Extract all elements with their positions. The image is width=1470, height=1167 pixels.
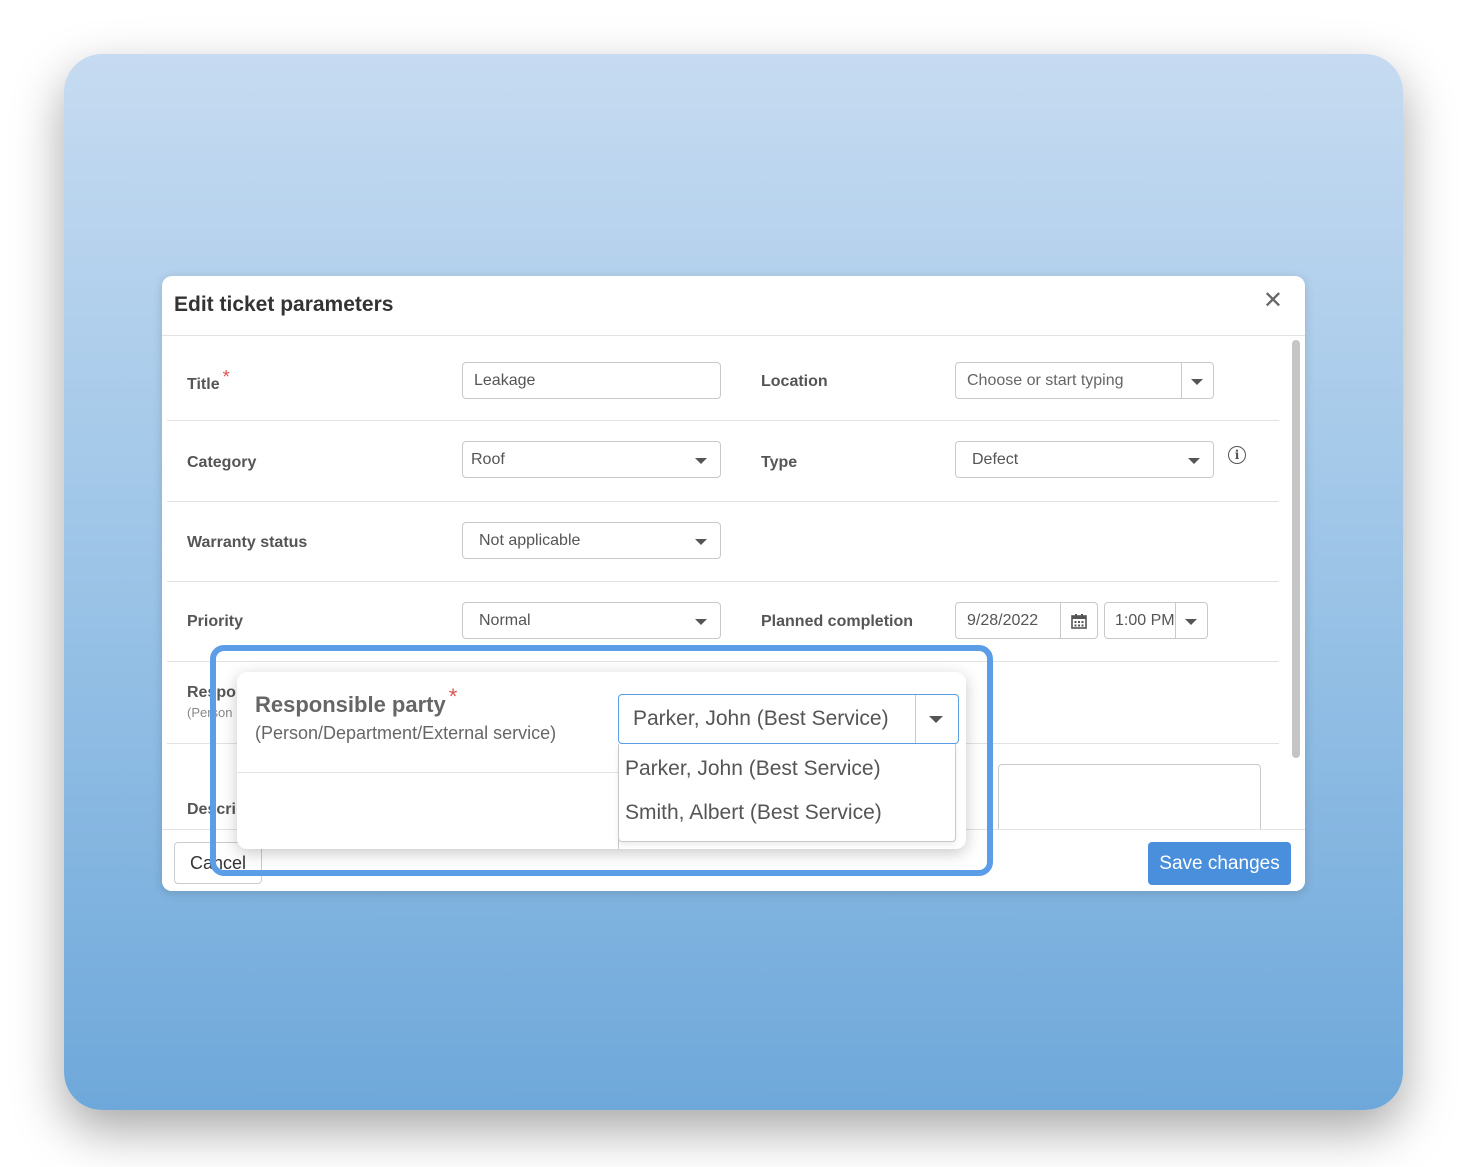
responsible-party-label: Responsible party *: [255, 684, 458, 717]
chevron-down-icon: [1188, 458, 1200, 464]
planned-date-input[interactable]: 9/28/2022: [955, 602, 1098, 639]
priority-select[interactable]: Normal: [462, 602, 721, 639]
chevron-down-icon: [695, 458, 707, 464]
calendar-icon[interactable]: [1071, 613, 1087, 629]
location-placeholder: Choose or start typing: [967, 372, 1124, 389]
info-icon[interactable]: i: [1228, 446, 1246, 464]
responsible-party-options: Parker, John (Best Service) Smith, Alber…: [618, 744, 956, 842]
required-mark: *: [448, 684, 458, 709]
category-select[interactable]: Roof: [462, 441, 721, 478]
type-select[interactable]: Defect: [955, 441, 1214, 478]
chevron-down-icon: [1185, 619, 1197, 625]
required-mark: *: [222, 367, 230, 387]
planned-time-select[interactable]: 1:00 PM: [1104, 602, 1208, 639]
location-label: Location: [761, 373, 828, 390]
close-icon[interactable]: ✕: [1263, 286, 1283, 315]
modal-header: Edit ticket parameters ✕: [162, 276, 1305, 336]
warranty-label: Warranty status: [187, 534, 308, 551]
location-combobox[interactable]: Choose or start typing: [955, 362, 1214, 399]
option-parker-john[interactable]: Parker, John (Best Service): [625, 757, 881, 781]
type-label: Type: [761, 454, 798, 471]
priority-label: Priority: [187, 613, 244, 630]
planned-completion-label: Planned completion: [761, 613, 914, 630]
chevron-down-icon[interactable]: [1191, 379, 1203, 385]
option-smith-albert[interactable]: Smith, Albert (Best Service): [625, 801, 882, 825]
warranty-select[interactable]: Not applicable: [462, 522, 721, 559]
chevron-down-icon[interactable]: [929, 716, 943, 723]
responsible-party-select[interactable]: Parker, John (Best Service): [618, 694, 959, 744]
responsible-party-sublabel: (Person/Department/External service): [255, 723, 557, 743]
chevron-down-icon: [695, 619, 707, 625]
modal-title: Edit ticket parameters: [174, 293, 394, 316]
chevron-down-icon: [695, 539, 707, 545]
responsible-party-zoom-panel: Responsible party * (Person/Department/Ex…: [237, 672, 966, 849]
scrollbar-thumb[interactable]: [1292, 340, 1300, 758]
title-input[interactable]: Leakage: [462, 362, 721, 399]
category-label: Category: [187, 454, 257, 471]
save-changes-button[interactable]: Save changes: [1148, 842, 1291, 885]
title-label: Title *: [187, 367, 230, 393]
